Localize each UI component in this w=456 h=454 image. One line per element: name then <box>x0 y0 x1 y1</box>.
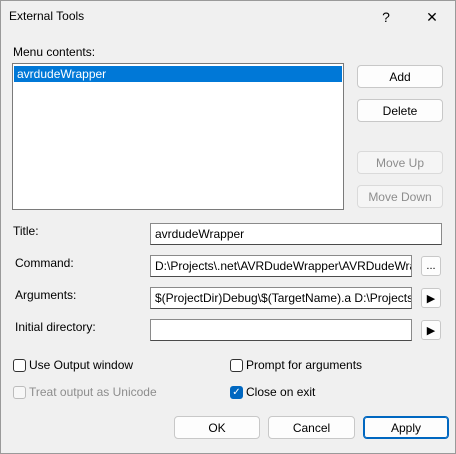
help-button[interactable]: ? <box>369 1 403 33</box>
command-browse-button[interactable]: ... <box>421 256 441 276</box>
title-label: Title: <box>13 224 39 238</box>
ellipsis-icon: ... <box>426 260 436 272</box>
close-on-exit-label: Close on exit <box>246 385 316 399</box>
move-up-button[interactable]: Move Up <box>357 151 443 174</box>
play-arrow-icon: ▶ <box>426 292 436 305</box>
arguments-macro-button[interactable]: ▶ <box>421 288 441 308</box>
command-field[interactable]: D:\Projects\.net\AVRDudeWrapper\AVRDudeW… <box>150 255 412 277</box>
title-bar: External Tools ? ✕ <box>1 1 455 33</box>
initial-directory-field[interactable] <box>150 319 412 341</box>
delete-button[interactable]: Delete <box>357 99 443 122</box>
add-button[interactable]: Add <box>357 65 443 88</box>
close-button[interactable]: ✕ <box>415 1 449 33</box>
ok-button[interactable]: OK <box>174 416 260 439</box>
arguments-field[interactable]: $(ProjectDir)Debug\$(TargetName).a D:\Pr… <box>150 287 412 309</box>
prompt-for-arguments-checkbox[interactable] <box>230 359 243 372</box>
menu-contents-label: Menu contents: <box>13 45 96 59</box>
close-icon: ✕ <box>426 8 438 25</box>
close-on-exit-checkbox[interactable]: ✓ <box>230 386 243 399</box>
treat-output-unicode-label: Treat output as Unicode <box>29 385 157 399</box>
treat-output-unicode-checkbox[interactable] <box>13 386 26 399</box>
move-down-button[interactable]: Move Down <box>357 185 443 208</box>
use-output-window-label: Use Output window <box>29 358 134 372</box>
command-label: Command: <box>15 256 74 270</box>
prompt-for-arguments-label: Prompt for arguments <box>246 358 363 372</box>
external-tools-dialog: External Tools ? ✕ Menu contents: avrdud… <box>0 0 456 454</box>
help-icon: ? <box>382 9 390 25</box>
initial-directory-macro-button[interactable]: ▶ <box>421 320 441 340</box>
initial-directory-label: Initial directory: <box>15 320 96 334</box>
title-field[interactable]: avrdudeWrapper <box>150 223 442 245</box>
list-item[interactable]: avrdudeWrapper <box>14 66 342 82</box>
checkmark-icon: ✓ <box>232 387 241 398</box>
arguments-label: Arguments: <box>15 288 77 302</box>
play-arrow-icon: ▶ <box>426 324 436 337</box>
use-output-window-checkbox[interactable] <box>13 359 26 372</box>
cancel-button[interactable]: Cancel <box>268 416 355 439</box>
apply-button[interactable]: Apply <box>363 416 449 439</box>
dialog-title: External Tools <box>9 9 85 23</box>
menu-contents-list[interactable]: avrdudeWrapper <box>12 63 344 210</box>
